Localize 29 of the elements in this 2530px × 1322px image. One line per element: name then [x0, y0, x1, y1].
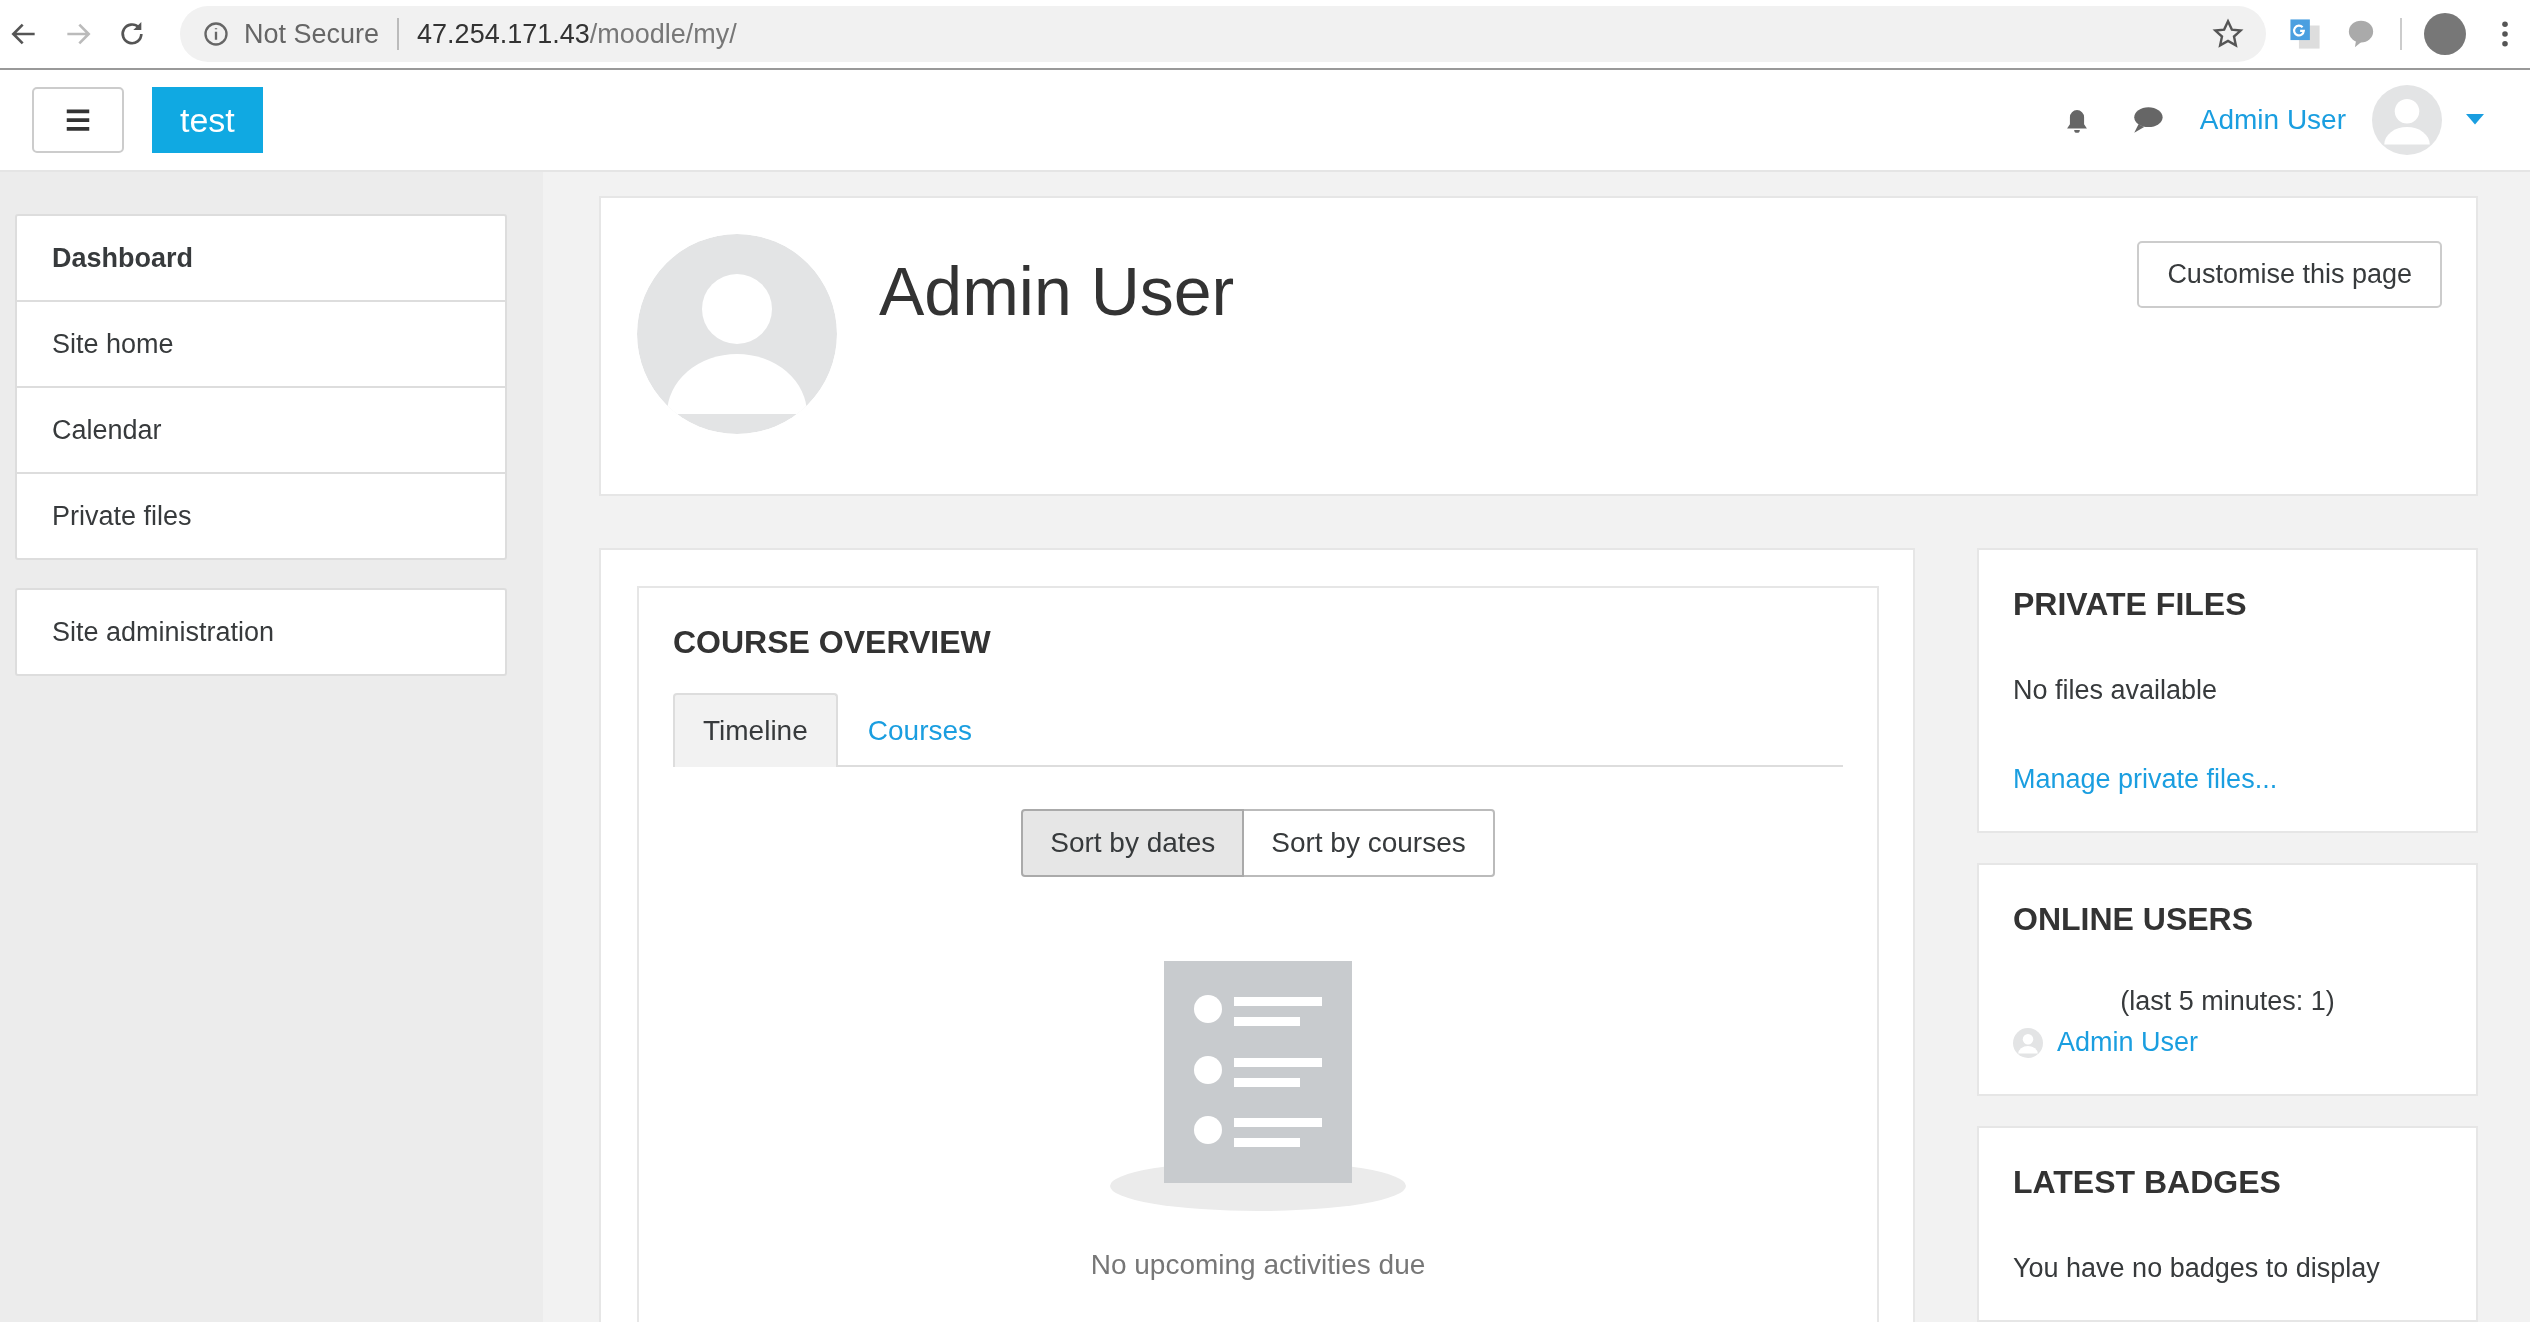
caret-icon[interactable] — [2466, 114, 2484, 126]
sort-button[interactable]: Sort by dates — [1021, 809, 1245, 877]
bookmark-star-icon[interactable] — [2212, 18, 2244, 50]
nav-item[interactable]: Site home — [17, 300, 505, 386]
nav-item[interactable]: Private files — [17, 472, 505, 558]
info-icon[interactable] — [202, 20, 230, 48]
empty-message: No upcoming activities due — [1089, 1249, 1427, 1281]
page-title: Admin User — [879, 252, 1235, 330]
tab[interactable]: Timeline — [673, 693, 838, 767]
nav-item[interactable]: Site administration — [17, 590, 505, 674]
block-message: No files available — [2013, 675, 2219, 706]
nav-item[interactable]: Calendar — [17, 386, 505, 472]
url-text: 47.254.171.43/moodle/my/ — [417, 18, 737, 50]
translate-icon[interactable] — [2288, 17, 2322, 51]
block-title: ONLINE USERS — [2013, 901, 2255, 938]
customise-page-button[interactable]: Customise this page — [2137, 241, 2442, 308]
profile-avatar[interactable] — [2424, 13, 2466, 55]
sort-button[interactable]: Sort by courses — [1244, 809, 1495, 877]
online-users-note: (last 5 minutes: 1) — [2119, 986, 2336, 1017]
nav-item[interactable]: Dashboard — [17, 216, 505, 300]
block-title: PRIVATE FILES — [2013, 586, 2248, 623]
block-title: COURSE OVERVIEW — [673, 624, 992, 661]
security-label: Not Secure — [244, 18, 380, 50]
avatar-icon — [2013, 1027, 2043, 1058]
block-title: LATEST BADGES — [2013, 1164, 2282, 1201]
address-bar[interactable]: Not Secure 47.254.171.43/moodle/my/ — [180, 6, 2266, 62]
avatar-icon — [637, 234, 837, 434]
block-message: You have no badges to display — [2013, 1253, 2381, 1284]
menu-button[interactable] — [32, 87, 124, 153]
